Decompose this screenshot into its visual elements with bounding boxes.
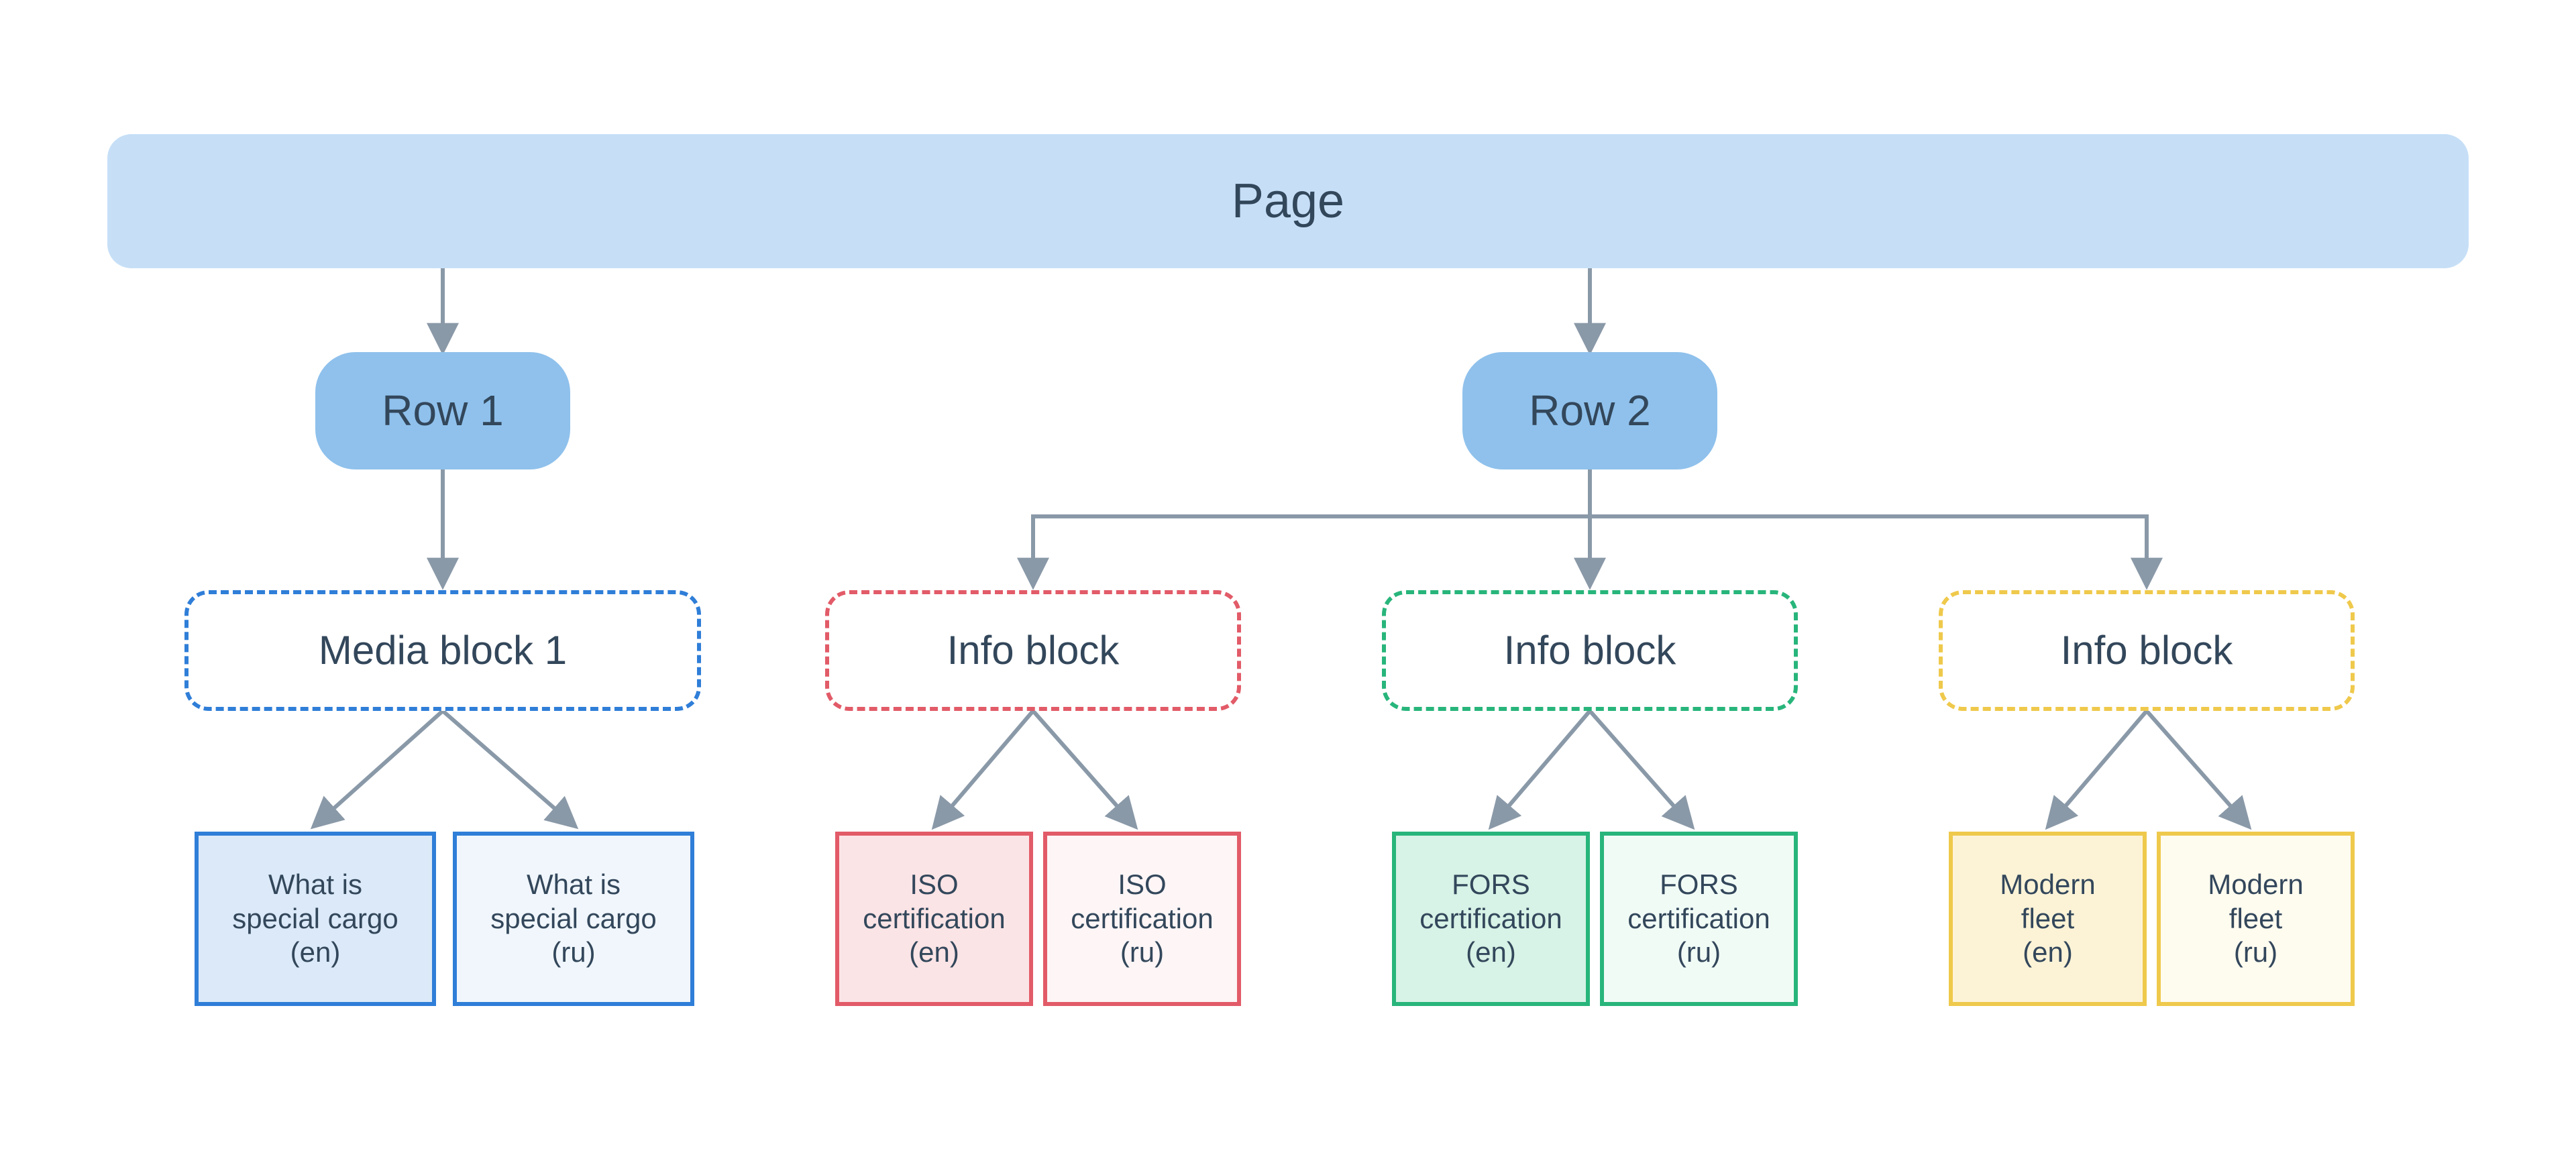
leaf-fleet-en: Modernfleet(en) (1949, 832, 2147, 1006)
leaf-fors-en: FORScertification(en) (1392, 832, 1590, 1006)
leaf-fors-ru: FORScertification(ru) (1600, 832, 1798, 1006)
block-label: Info block (1504, 626, 1676, 675)
leaf-label: FORScertification(en) (1419, 868, 1562, 969)
row-label: Row 1 (382, 385, 503, 437)
page-node: Page (107, 134, 2469, 268)
leaf-iso-en: ISOcertification(en) (835, 832, 1033, 1006)
row-node-2: Row 2 (1462, 352, 1717, 469)
leaf-label: What isspecial cargo(en) (232, 868, 398, 969)
leaf-special-cargo-en: What isspecial cargo(en) (195, 832, 436, 1006)
page-label: Page (1232, 172, 1344, 230)
info-block-node-2: Info block (1382, 590, 1798, 711)
leaf-label: Modernfleet(en) (2000, 868, 2095, 969)
leaf-special-cargo-ru: What isspecial cargo(ru) (453, 832, 694, 1006)
block-label: Info block (2061, 626, 2233, 675)
row-label: Row 2 (1529, 385, 1650, 437)
row-node-1: Row 1 (315, 352, 570, 469)
info-block-node-1: Info block (825, 590, 1241, 711)
media-block-node: Media block 1 (184, 590, 701, 711)
leaf-label: What isspecial cargo(ru) (490, 868, 656, 969)
block-label: Media block 1 (319, 626, 567, 675)
block-label: Info block (947, 626, 1120, 675)
leaf-label: ISOcertification(ru) (1071, 868, 1213, 969)
leaf-label: Modernfleet(ru) (2208, 868, 2303, 969)
info-block-node-3: Info block (1939, 590, 2355, 711)
leaf-label: FORScertification(ru) (1627, 868, 1770, 969)
leaf-iso-ru: ISOcertification(ru) (1043, 832, 1241, 1006)
leaf-fleet-ru: Modernfleet(ru) (2157, 832, 2355, 1006)
leaf-label: ISOcertification(en) (863, 868, 1005, 969)
diagram-canvas: Page Row 1 Row 2 Media block 1 Info bloc… (0, 0, 2576, 1173)
